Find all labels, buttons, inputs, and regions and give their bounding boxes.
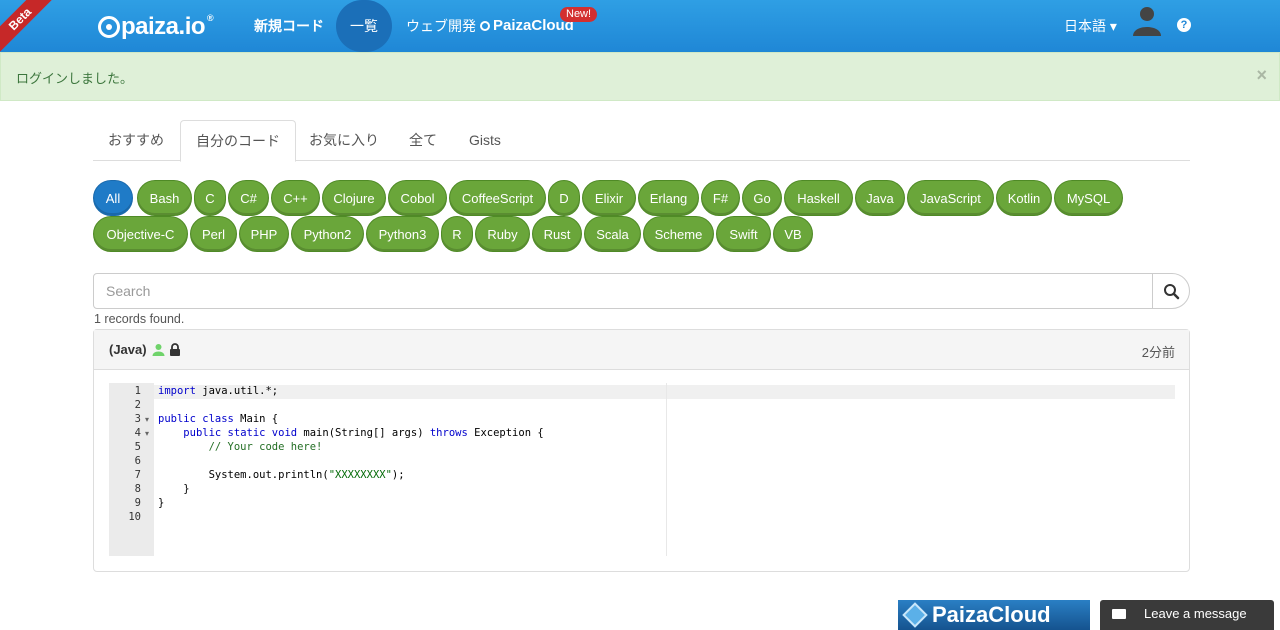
lang-pill-perl[interactable]: Perl [190, 216, 237, 252]
code-line: System.out.println("XXXXXXXX"); [158, 469, 405, 481]
lang-pill-java[interactable]: Java [855, 180, 905, 216]
beta-ribbon: Beta [0, 0, 57, 56]
records-count: 1 records found. [94, 312, 185, 326]
lang-pill-c[interactable]: C [194, 180, 226, 216]
lang-pill-kotlin[interactable]: Kotlin [996, 180, 1052, 216]
lang-pill-vb[interactable]: VB [773, 216, 813, 252]
code-line: import java.util.*; [158, 385, 279, 397]
lang-pill-fsharp[interactable]: F# [701, 180, 740, 216]
fold-arrow-icon[interactable]: ▾ [145, 415, 149, 424]
code-tabs: おすすめ 自分のコード お気に入り 全て Gists [93, 120, 1190, 162]
nav-paizacloud[interactable]: PaizaCloud [480, 0, 574, 52]
lang-pill-mysql[interactable]: MySQL [1054, 180, 1123, 216]
record-time: 2分前 [1141, 345, 1175, 360]
lang-pill-php[interactable]: PHP [239, 216, 289, 252]
lang-pill-go[interactable]: Go [742, 180, 782, 216]
record-title[interactable]: (Java) [109, 342, 181, 357]
lang-pill-python3[interactable]: Python3 [366, 216, 439, 252]
alert-message: ログインしました。 [16, 71, 134, 86]
lang-pill-cobol[interactable]: Cobol [388, 180, 447, 216]
tab-my-code[interactable]: 自分のコード [180, 120, 296, 162]
line-number: 6 [134, 455, 141, 467]
paizacloud-icon [480, 21, 490, 32]
line-number: 9 [134, 497, 141, 509]
code-line: // Your code here! [158, 441, 323, 453]
user-icon [152, 344, 165, 356]
line-number: 10 [128, 511, 141, 523]
line-number: 5 [134, 441, 141, 453]
lang-pill-bash[interactable]: Bash [137, 180, 192, 216]
nav-list[interactable]: 一覧 [336, 0, 392, 52]
print-margin [666, 383, 667, 556]
line-number: 4 [134, 427, 141, 439]
search-button[interactable] [1152, 273, 1190, 309]
active-line-highlight [154, 385, 1175, 399]
line-number: 2 [134, 399, 141, 411]
code-line: public static void main(String[] args) t… [183, 427, 544, 439]
lang-pill-all[interactable]: All [93, 180, 133, 216]
mail-icon [1112, 609, 1126, 619]
lang-pill-clojure[interactable]: Clojure [322, 180, 386, 216]
close-icon[interactable]: × [1256, 65, 1267, 86]
paiza-logo[interactable]: paiza.io ® [98, 13, 214, 41]
help-icon[interactable]: ? [1177, 18, 1191, 32]
lang-pill-coffeescript[interactable]: CoffeeScript [449, 180, 546, 216]
code-line: public class Main { [158, 413, 279, 425]
top-navbar: Beta paiza.io ® 新規コード 一覧 ウェブ開発 PaizaCloud… [0, 0, 1280, 56]
line-number: 7 [134, 469, 141, 481]
lang-pill-haskell[interactable]: Haskell [784, 180, 853, 216]
lang-pill-ruby[interactable]: Ruby [475, 216, 530, 252]
user-avatar-icon[interactable] [1131, 4, 1163, 36]
record-header[interactable]: (Java) 2分前 [94, 330, 1189, 370]
language-dropdown[interactable]: 日本語 ▾ [1064, 0, 1117, 52]
line-number: 1 [134, 385, 141, 397]
lang-pill-csharp[interactable]: C# [228, 180, 269, 216]
lang-pill-objective-c[interactable]: Objective-C [93, 216, 188, 252]
paizacloud-banner[interactable]: PaizaCloud [898, 600, 1090, 630]
leave-message-button[interactable]: Leave a message [1100, 600, 1274, 630]
code-editor[interactable]: 1 2 3 ▾ 4 ▾ 5 6 7 8 9 10 import java.uti… [109, 383, 1175, 556]
lang-pill-rust[interactable]: Rust [532, 216, 582, 252]
logo-c-icon [98, 16, 120, 38]
search-input[interactable] [93, 273, 1153, 309]
line-number: 8 [134, 483, 141, 495]
lang-pill-scala[interactable]: Scala [584, 216, 641, 252]
new-badge: New! [560, 7, 598, 22]
tab-favorites[interactable]: お気に入り [294, 120, 394, 161]
tab-recommended[interactable]: おすすめ [93, 120, 179, 161]
lang-pill-r[interactable]: R [441, 216, 473, 252]
lang-pill-cpp[interactable]: C++ [271, 180, 320, 216]
login-alert: ログインしました。 × [0, 52, 1280, 101]
lang-pill-scheme[interactable]: Scheme [643, 216, 714, 252]
cube-icon [902, 602, 928, 628]
nav-new-code[interactable]: 新規コード [254, 0, 324, 52]
search-icon [1164, 284, 1180, 300]
code-record-panel: (Java) 2分前 1 2 3 ▾ 4 ▾ 5 6 7 8 9 10 impo… [93, 329, 1190, 572]
lang-pill-swift[interactable]: Swift [716, 216, 771, 252]
lock-icon [169, 343, 180, 356]
tab-all[interactable]: 全て [394, 120, 452, 161]
lang-pill-python2[interactable]: Python2 [291, 216, 364, 252]
code-line: } [158, 497, 165, 509]
lang-pill-elixir[interactable]: Elixir [582, 180, 636, 216]
lang-pill-erlang[interactable]: Erlang [638, 180, 699, 216]
lang-pill-d[interactable]: D [548, 180, 580, 216]
lang-pill-javascript[interactable]: JavaScript [907, 180, 994, 216]
nav-web-dev[interactable]: ウェブ開発 [406, 0, 476, 52]
tab-gists[interactable]: Gists [454, 120, 516, 161]
fold-arrow-icon[interactable]: ▾ [145, 429, 149, 438]
code-line: } [158, 483, 190, 495]
line-number: 3 [134, 413, 141, 425]
